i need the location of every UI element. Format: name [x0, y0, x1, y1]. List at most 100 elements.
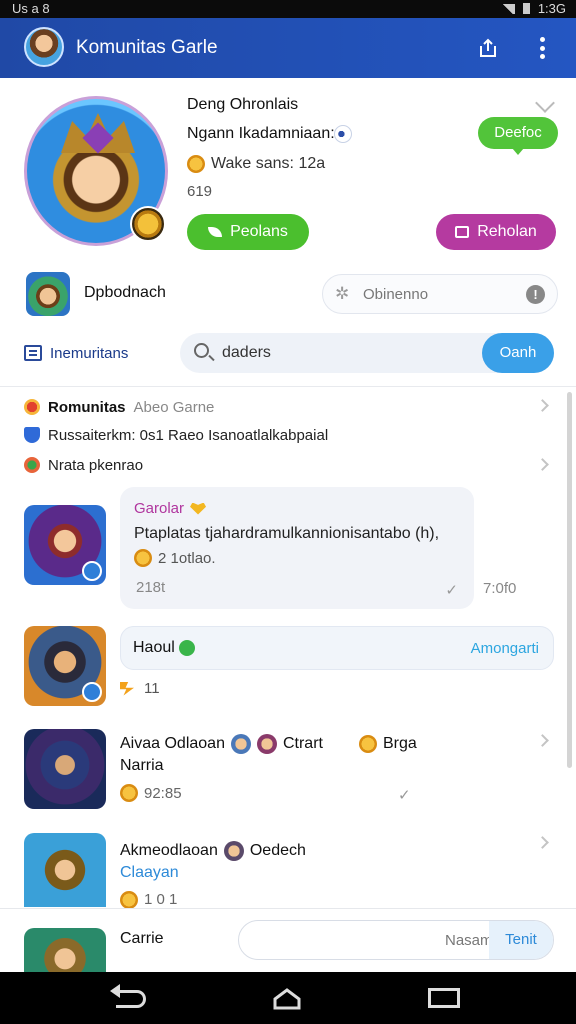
divider: [0, 386, 576, 387]
post-tag: Oedech: [249, 842, 306, 859]
post-avatar[interactable]: [24, 626, 106, 706]
post-action-link[interactable]: Amongarti: [471, 640, 539, 657]
post-meta-text: 92:85: [144, 784, 182, 802]
verified-check-icon: [178, 640, 195, 656]
info-row[interactable]: Romunitas Abeo Garne: [24, 396, 214, 418]
post-sub: 2 1otlao.: [134, 549, 216, 567]
home-icon[interactable]: [273, 988, 301, 1010]
status-left-text: Us a 8: [12, 1, 50, 16]
coin-icon: [134, 549, 152, 567]
scrollbar[interactable]: [567, 392, 572, 768]
notice-text: Obinenno: [363, 286, 429, 303]
post-meta: 92:85: [120, 784, 182, 802]
search-input[interactable]: [222, 342, 462, 364]
post-tag: Brga: [382, 735, 417, 752]
secondary-action-label: Reholan: [477, 223, 537, 240]
bolt-icon: [120, 681, 134, 696]
sparkle-icon: ✲: [335, 284, 350, 303]
post-author: Haoul: [133, 639, 195, 657]
chevron-right-icon[interactable]: [536, 836, 549, 849]
game-badge-icon: [82, 561, 102, 581]
secondary-action-button[interactable]: Reholan: [436, 214, 556, 250]
chevron-down-icon[interactable]: [535, 93, 555, 113]
battery-icon: [522, 3, 530, 14]
coin-icon: [187, 155, 205, 173]
post-message: Ptaplatas tjahardramulkannionisantabo (h…: [134, 525, 440, 542]
app-avatar[interactable]: [24, 27, 64, 67]
info-row[interactable]: Russaiterkm: 0s1 Raeo Isanoatlalkabpaial: [24, 424, 328, 446]
post-author-name: Garolar: [134, 500, 185, 517]
back-icon[interactable]: [110, 984, 146, 1008]
info-row-text: Nrata pkenrao: [48, 456, 144, 474]
sticker-icon: [24, 457, 40, 473]
post-sub-text: 2 1otlao.: [158, 549, 216, 567]
verified-icon: [334, 125, 352, 143]
post-author: Garolar: [134, 500, 207, 517]
primary-action-label: Peolans: [230, 223, 288, 240]
post-header: Akmeodlaoan Oedech: [120, 841, 306, 861]
group-avatar[interactable]: [26, 272, 70, 316]
tab-komunitas[interactable]: Inemuritans: [24, 339, 128, 367]
app-bar: Komunitas Garle: [0, 18, 576, 78]
more-options-icon[interactable]: [534, 37, 550, 59]
send-button[interactable]: Tenit: [489, 921, 553, 959]
fire-icon: [24, 399, 40, 415]
post-bubble[interactable]: Garolar Ptaplatas tjahardramulkannionisa…: [120, 487, 474, 609]
info-row[interactable]: Nrata pkenrao: [24, 454, 143, 476]
info-row-title: Romunitas: [48, 398, 126, 416]
post-time: 7:0f0: [483, 580, 517, 597]
document-icon: [24, 345, 42, 361]
rank-badge-icon: [130, 206, 166, 242]
heart-icon: [190, 502, 207, 515]
profile-number: 619: [187, 183, 213, 200]
info-icon[interactable]: !: [526, 285, 545, 304]
read-check-icon: ✓: [445, 582, 458, 599]
share-icon[interactable]: [478, 38, 498, 58]
profile-subtitle: Ngann Ikadamniaan:: [187, 125, 335, 142]
post-meta: 1 0 1: [120, 891, 177, 908]
status-time: 1:3G: [537, 1, 566, 16]
info-row-text: Russaiterkm: 0s1 Raeo Isanoatlalkabpaial: [48, 426, 329, 444]
message-icon: [455, 226, 470, 238]
info-row-muted: Abeo Garne: [133, 398, 215, 416]
post-avatar[interactable]: [24, 833, 106, 907]
system-nav-bar: [0, 972, 576, 1024]
coin-icon: [120, 784, 138, 802]
post-count: 11: [144, 680, 160, 697]
game-badge-icon: [82, 682, 102, 702]
post-avatar[interactable]: [24, 729, 106, 809]
status-bubble-button[interactable]: Deefoc: [478, 117, 558, 155]
primary-action-button[interactable]: Peolans: [187, 214, 309, 250]
avatar-icon: [223, 841, 244, 861]
chevron-right-icon[interactable]: [536, 399, 549, 412]
profile-meta: Wake sans: 12a: [187, 155, 325, 173]
chevron-right-icon[interactable]: [536, 734, 549, 747]
post-header: Aivaa Odlaoan Ctrart Brga: [120, 734, 417, 754]
composer-avatar: [24, 928, 106, 972]
post-author-name: Akmeodlaoan: [120, 842, 218, 859]
composer: Nasam Tenit: [238, 920, 554, 960]
search-button[interactable]: Oanh: [482, 333, 554, 373]
signal-icon: [500, 3, 515, 14]
post-timestamp: 218t: [136, 579, 166, 596]
shield-icon: [24, 427, 40, 443]
composer-hint: Nasam: [445, 932, 493, 949]
post-meta-text: 1 0 1: [144, 891, 178, 908]
chevron-right-icon[interactable]: [536, 458, 549, 471]
notice-field[interactable]: ✲ Obinenno !: [322, 274, 558, 314]
post-sub-text: Claayan: [120, 864, 179, 881]
post-sub-text: Narria: [120, 757, 164, 774]
post-author-name: Aivaa Odlaoan: [120, 735, 225, 752]
app-title: Komunitas Garle: [76, 37, 218, 58]
post-avatar[interactable]: [24, 505, 106, 585]
post-tag: Ctrart: [282, 735, 323, 752]
leaf-icon: [208, 227, 223, 237]
read-check-icon: ✓: [398, 787, 411, 804]
search-icon: [194, 343, 209, 358]
post-author-name: Haoul: [133, 639, 175, 656]
recent-apps-icon[interactable]: [428, 988, 460, 1008]
post-card[interactable]: Haoul Amongarti: [120, 626, 554, 670]
profile-name: Deng Ohronlais: [187, 96, 299, 113]
message-input[interactable]: [251, 930, 431, 952]
coin-icon: [358, 735, 377, 753]
